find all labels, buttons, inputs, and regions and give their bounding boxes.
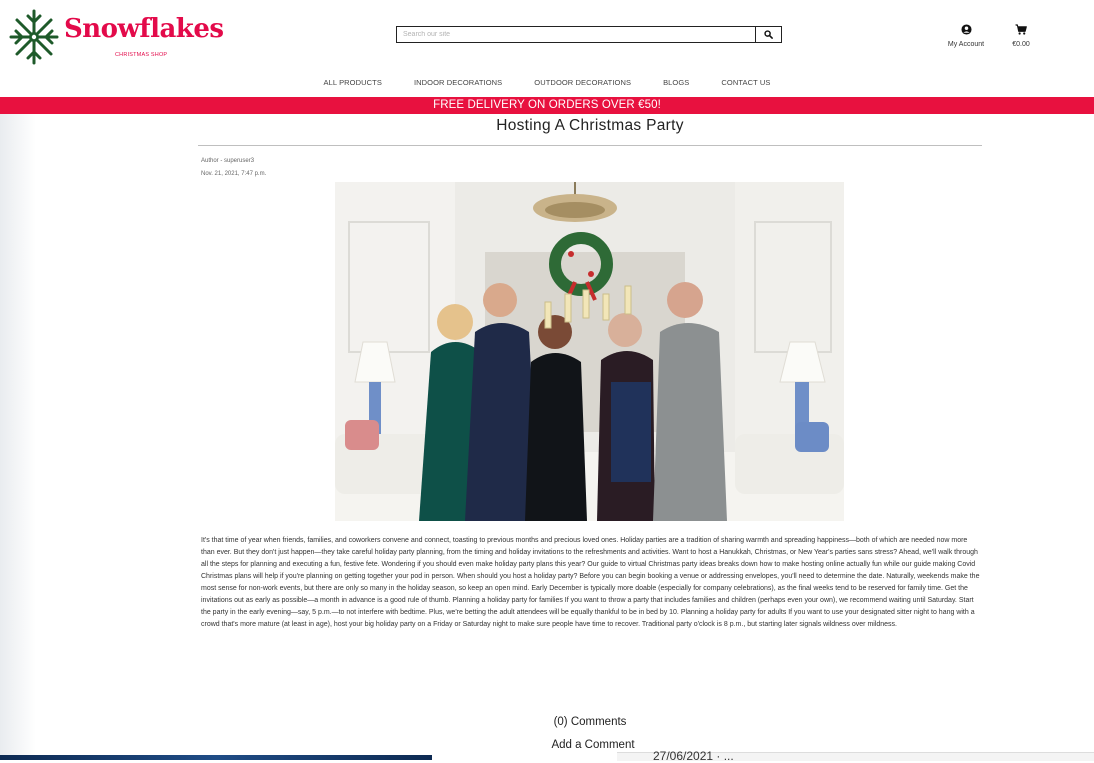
search-input[interactable] — [397, 27, 755, 42]
nav-indoor-decorations[interactable]: INDOOR DECORATIONS — [414, 78, 502, 87]
post-title: Hosting A Christmas Party — [496, 117, 684, 134]
cart-total: €0.00 — [1012, 41, 1030, 48]
brand-name: Snowflakes — [64, 14, 224, 44]
taskbar-date: 27/06/2021 · ... — [653, 749, 734, 763]
free-delivery-banner: FREE DELIVERY ON ORDERS OVER €50! — [0, 97, 1094, 114]
brand-tagline: CHRISTMAS SHOP — [115, 52, 168, 58]
comments-count: (0) Comments — [553, 716, 627, 728]
my-account-label: My Account — [947, 41, 985, 48]
nav-outdoor-decorations[interactable]: OUTDOOR DECORATIONS — [534, 78, 631, 87]
nav-blogs[interactable]: BLOGS — [663, 78, 689, 87]
post-author: Author - superuser3 — [201, 158, 255, 164]
nav-all-products[interactable]: ALL PRODUCTS — [324, 78, 382, 87]
cart-link[interactable]: €0.00 — [1002, 22, 1040, 48]
post-meta: Author - superuser3 Nov. 21, 2021, 7:47 … — [201, 155, 266, 180]
main-nav: ALL PRODUCTS INDOOR DECORATIONS OUTDOOR … — [0, 78, 1094, 87]
taskbar-left — [0, 755, 432, 760]
left-shadow — [0, 110, 36, 760]
my-account-link[interactable]: My Account — [938, 22, 994, 48]
brand-logo[interactable]: Snowflakes CHRISTMAS SHOP — [8, 8, 224, 66]
search-form — [396, 26, 782, 43]
post-date: Nov. 21, 2021, 7:47 p.m. — [201, 170, 267, 177]
site-header: Snowflakes CHRISTMAS SHOP My Account €0.… — [0, 0, 1094, 97]
post-body: It's that time of year when friends, fam… — [201, 537, 980, 628]
shopping-cart-icon — [1015, 24, 1027, 35]
title-divider — [198, 145, 982, 146]
user-circle-icon — [960, 24, 972, 35]
post-image — [335, 182, 844, 521]
add-comment-link[interactable]: Add a Comment — [0, 739, 1094, 751]
snowflake-icon — [9, 9, 59, 65]
search-button[interactable] — [755, 27, 781, 42]
party-photo — [335, 182, 844, 521]
nav-contact-us[interactable]: CONTACT US — [721, 78, 770, 87]
search-icon — [764, 30, 773, 39]
